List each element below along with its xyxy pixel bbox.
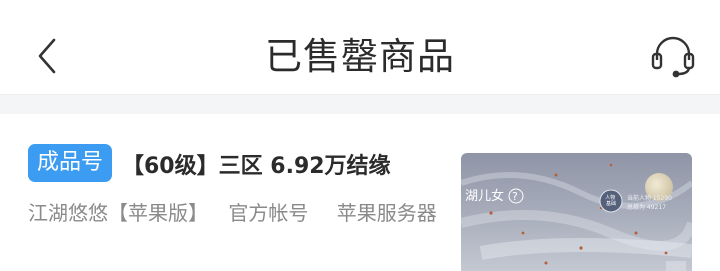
product-tags: 江湖悠悠【苹果版】 官方帐号 苹果服务器	[28, 197, 459, 226]
product-thumbnail[interactable]: 湖儿女 ? 人物 基础 当前人物 15290 总修为 49217	[461, 153, 692, 271]
page-title: 已售罄商品	[265, 35, 455, 78]
app-header: 已售罄商品	[0, 0, 720, 94]
headset-icon	[651, 36, 695, 78]
thumbnail-caption-symbol: ?	[512, 190, 518, 203]
thumbnail-image: 湖儿女 ? 人物 基础 当前人物 15290 总修为 49217	[461, 153, 692, 271]
tag-game: 江湖悠悠【苹果版】	[28, 201, 208, 225]
product-type-badge: 成品号	[28, 144, 112, 182]
thumbnail-stat-2: 总修为 49217	[627, 203, 666, 211]
thumbnail-caption: 湖儿女	[465, 188, 504, 204]
thumbnail-stat-1: 当前人物 15290	[627, 194, 672, 202]
product-title[interactable]: 【60级】三区 6.92万结缘	[122, 148, 391, 180]
thumbnail-emblem: 人物 基础	[605, 194, 617, 207]
tag-account-type: 官方帐号	[228, 201, 309, 225]
section-divider	[0, 94, 720, 114]
thumbnail-emblem-line-1: 人物	[605, 194, 615, 201]
tag-server: 苹果服务器	[336, 201, 437, 225]
customer-service-button[interactable]	[646, 30, 700, 82]
thumbnail-emblem-line-2: 基础	[606, 200, 616, 207]
